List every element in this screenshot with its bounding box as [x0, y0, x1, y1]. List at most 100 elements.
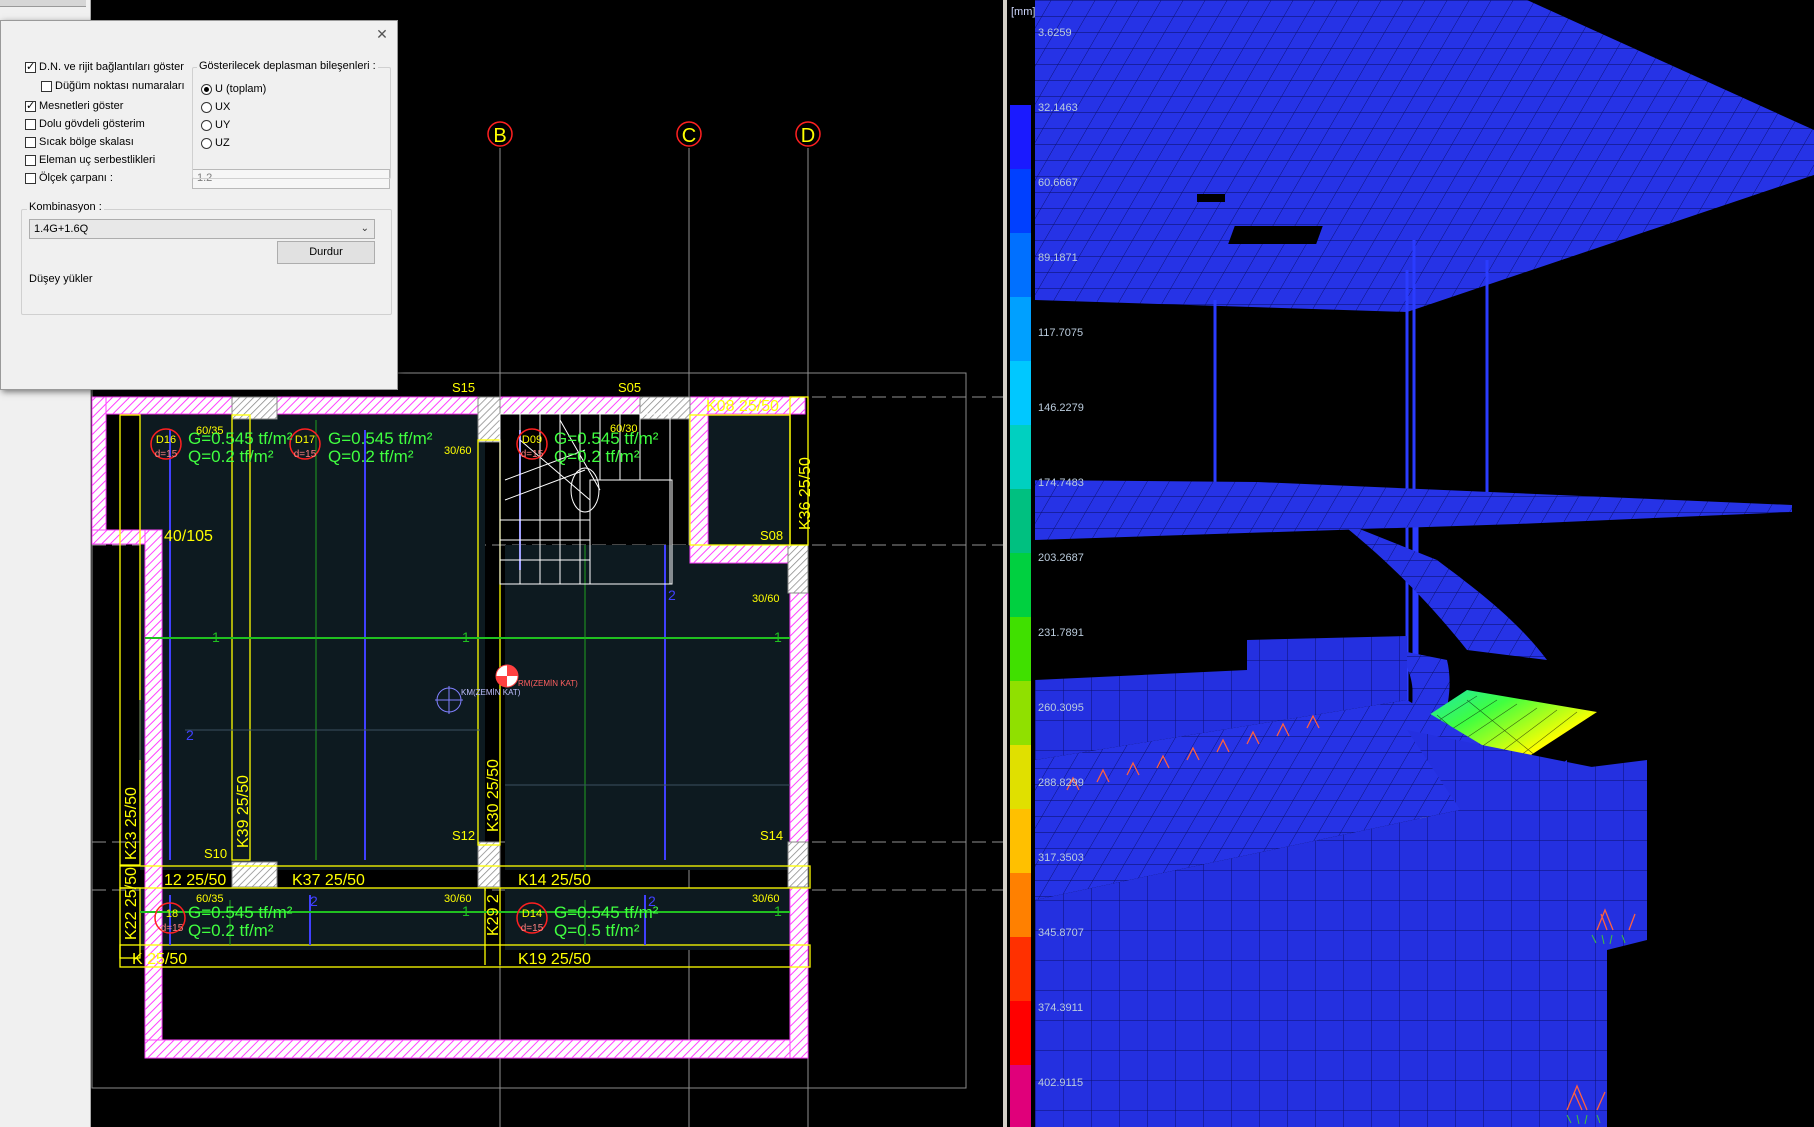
checkbox-scale-factor[interactable]: Ölçek çarpanı : [25, 172, 113, 184]
slab-load-q: Q=0.2 tf/m² [188, 447, 274, 466]
slab-load-g: G=0.545 tf/m² [554, 429, 659, 448]
checkbox-show-supports[interactable]: Mesnetleri göster [25, 99, 123, 112]
legend-swatch [1010, 873, 1031, 937]
legend-swatch [1010, 233, 1031, 297]
legend-value: 288.8299 [1038, 777, 1084, 789]
load-case-label: Düşey yükler [29, 273, 93, 285]
checkbox-label: Eleman uç serbestlikleri [39, 154, 156, 166]
checkbox-box[interactable] [25, 136, 36, 148]
legend-value: 117.7075 [1038, 327, 1084, 339]
slab-load-g: G=0.545 tf/m² [188, 903, 293, 922]
radio-uz[interactable]: UZ [201, 137, 230, 149]
chevron-down-icon[interactable]: ⌄ [361, 223, 369, 234]
slab-id-d18: 18 [166, 908, 178, 920]
legend-value: 146.2279 [1038, 402, 1084, 414]
legend-swatch [1010, 1065, 1031, 1127]
legend-value: 3.6259 [1038, 27, 1072, 39]
legend-value: 231.7891 [1038, 627, 1084, 639]
radio-circle[interactable] [201, 137, 212, 149]
slab-id-d16: D16 [156, 434, 176, 446]
slab-load-q: Q=0.2 tf/m² [554, 447, 640, 466]
radio-ux[interactable]: UX [201, 101, 230, 113]
span-number: 2 [186, 727, 194, 743]
displacement-group-title: Gösterilecek deplasman bileşenleri : [197, 60, 378, 72]
slab-thickness: d=15 [294, 449, 317, 460]
checkbox-label: Düğüm noktası numaraları [55, 80, 185, 92]
stop-button[interactable]: Durdur [277, 241, 375, 264]
legend-value: 260.3095 [1038, 702, 1084, 714]
beam-label-k37: K37 25/50 [292, 872, 365, 889]
legend-swatch [1010, 617, 1031, 681]
legend-value: 374.3911 [1038, 1002, 1084, 1014]
legend-unit: [mm] [1011, 6, 1036, 18]
legend-swatch [1010, 809, 1031, 873]
beam-label-k30: K30 25/50 [485, 759, 502, 832]
legend-swatch [1010, 169, 1031, 233]
span-number: 1 [774, 629, 782, 645]
slab-load-g: G=0.545 tf/m² [328, 429, 433, 448]
column-label-s08: S08 [760, 528, 783, 543]
span-number: 2 [668, 587, 676, 603]
beam-label-k39: K39 25/50 [235, 775, 252, 848]
display-options-dialog[interactable]: ✕ D.N. ve rijit bağlantıları göster Düğü… [0, 20, 398, 390]
span-number: 1 [462, 903, 470, 919]
legend-swatch [1010, 745, 1031, 809]
legend-swatch [1010, 1001, 1031, 1065]
checkbox-end-releases[interactable]: Eleman uç serbestlikleri [25, 154, 155, 166]
beam-label-k40: 40/105 [164, 528, 213, 545]
axis-label-d: D [801, 125, 815, 147]
legend-value: 345.8707 [1038, 927, 1084, 939]
checkbox-box[interactable] [41, 80, 52, 92]
checkbox-box[interactable] [25, 154, 36, 166]
slab-load-q: Q=0.2 tf/m² [328, 447, 414, 466]
checkbox-box[interactable] [25, 60, 36, 73]
beam-label-k08: K08 25/50 [706, 398, 779, 415]
legend-value: 402.9115 [1038, 1077, 1084, 1089]
checkbox-show-nodes[interactable]: D.N. ve rijit bağlantıları göster [25, 60, 184, 73]
legend-swatch [1010, 489, 1031, 553]
legend-value: 203.2687 [1038, 552, 1084, 564]
column-label-s14: S14 [760, 828, 783, 843]
legend-swatch [1010, 425, 1031, 489]
column-label-s10: S10 [204, 846, 227, 861]
beam-label-k19: K19 25/50 [518, 951, 591, 968]
combination-title: Kombinasyon : [27, 201, 104, 213]
beam-label-k29: K29 2 [485, 894, 502, 936]
beam-label-k14: K14 25/50 [518, 872, 591, 889]
checkbox-label: D.N. ve rijit bağlantıları göster [39, 61, 184, 73]
span-number: 1 [212, 629, 220, 645]
slab-load-q: Q=0.5 tf/m² [554, 921, 640, 940]
close-icon[interactable]: ✕ [373, 25, 391, 43]
legend-value: 32.1463 [1038, 102, 1078, 114]
slab-load-g: G=0.545 tf/m² [554, 903, 659, 922]
slab-thickness: d=15 [521, 923, 544, 934]
beam-label-k23: K23 25/50 [123, 787, 140, 860]
contour-legend [1010, 105, 1031, 1127]
radio-circle[interactable] [201, 119, 212, 131]
radio-uy[interactable]: UY [201, 119, 230, 131]
axis-label-c: C [682, 125, 696, 147]
deformation-3d-viewport[interactable]: 3.6259 32.1463 60.6667 89.1871 117.7075 … [1007, 0, 1814, 1127]
col-dim-30-60-b: 30/60 [752, 593, 780, 605]
legend-swatch [1010, 553, 1031, 617]
legend-swatch [1010, 297, 1031, 361]
legend-value: 89.1871 [1038, 252, 1078, 264]
combination-select[interactable]: 1.4G+1.6Q ⌄ [29, 219, 375, 239]
checkbox-box[interactable] [25, 118, 36, 130]
checkbox-box[interactable] [25, 172, 36, 184]
radio-circle[interactable] [201, 101, 212, 113]
slab-load-q: Q=0.2 tf/m² [188, 921, 274, 940]
plan-viewport[interactable]: B C D S15 S05 S08 S10 S12 S14 K08 25/50 … [0, 0, 1003, 1127]
checkbox-node-numbers[interactable]: Düğüm noktası numaraları [41, 80, 185, 92]
checkbox-hot-zone-scale[interactable]: Sıcak bölge skalası [25, 136, 134, 148]
checkbox-box[interactable] [25, 99, 36, 112]
checkbox-solid-view[interactable]: Dolu gövdeli gösterim [25, 118, 145, 130]
checkbox-label: Sıcak bölge skalası [39, 136, 134, 148]
slab-thickness: d=15 [155, 449, 178, 460]
legend-value: 60.6667 [1038, 177, 1078, 189]
radio-circle[interactable] [201, 83, 212, 95]
radio-u-total[interactable]: U (toplam) [201, 83, 266, 95]
mass-center-label: KM(ZEMİN KAT) [461, 688, 521, 697]
slab-thickness: d=15 [161, 923, 184, 934]
column-label-s15: S15 [452, 380, 475, 395]
